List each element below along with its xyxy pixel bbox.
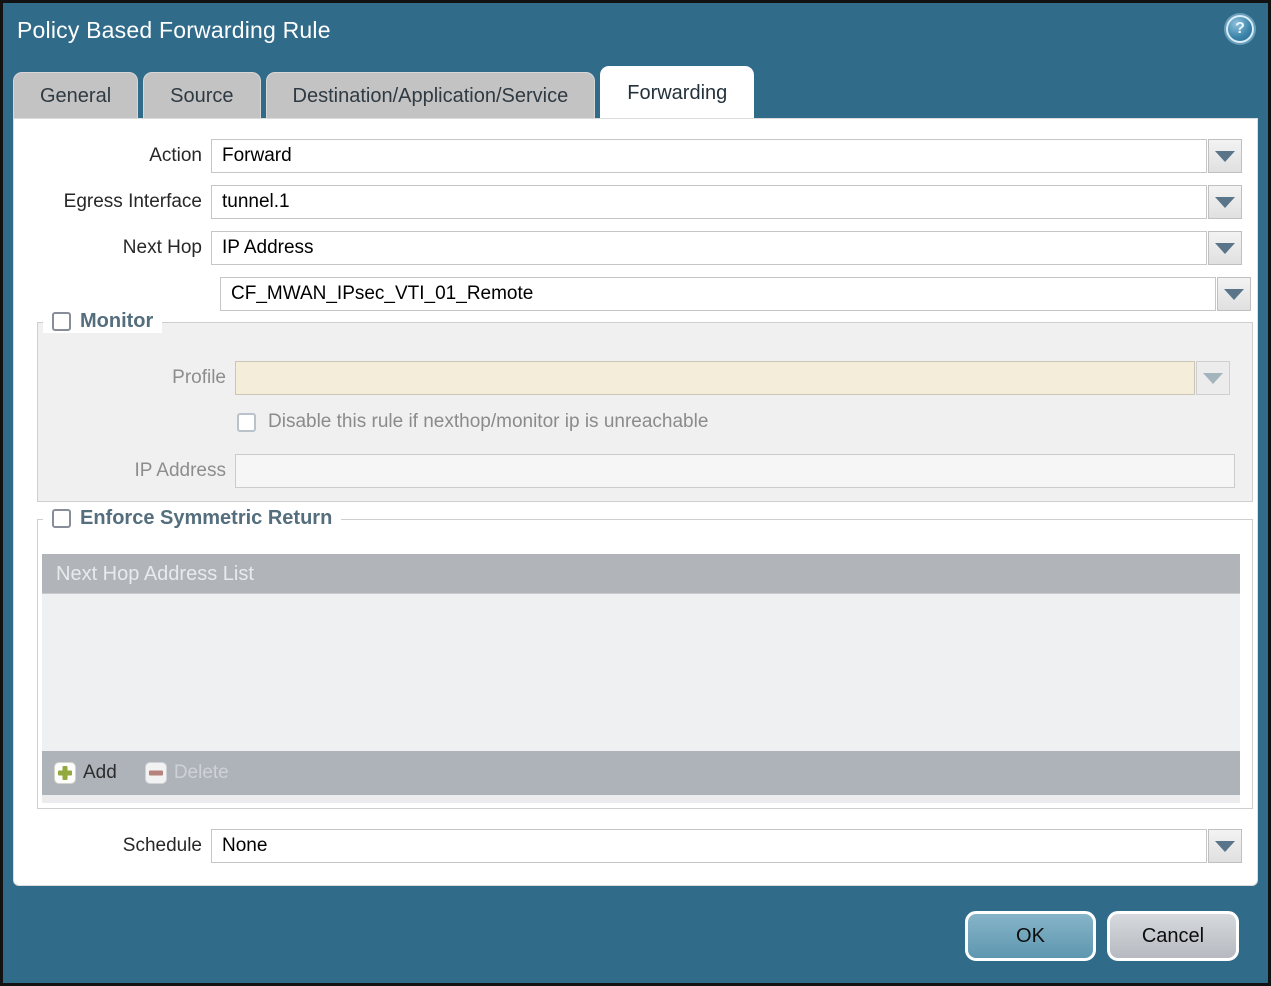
schedule-select[interactable]: None: [211, 829, 1207, 863]
monitor-legend: Monitor: [43, 310, 163, 333]
next-hop-row: Next Hop IP Address: [14, 231, 1242, 265]
add-button-label: Add: [83, 762, 117, 783]
chevron-down-icon: [1224, 288, 1244, 300]
chevron-down-icon: [1203, 372, 1223, 384]
dialog-title: Policy Based Forwarding Rule: [17, 17, 331, 43]
profile-row: Profile: [38, 361, 1230, 395]
next-hop-dropdown-button[interactable]: [1208, 231, 1242, 265]
next-hop-type-select[interactable]: IP Address: [211, 231, 1207, 265]
egress-interface-dropdown-button[interactable]: [1208, 185, 1242, 219]
chevron-down-icon: [1215, 150, 1235, 162]
egress-interface-label: Egress Interface: [63, 191, 202, 212]
next-hop-label: Next Hop: [122, 237, 202, 258]
egress-interface-select[interactable]: tunnel.1: [211, 185, 1207, 219]
disable-rule-row: Disable this rule if nexthop/monitor ip …: [237, 411, 708, 433]
forwarding-tab-panel: Action Forward Egress Interface tunnel.1…: [13, 118, 1258, 886]
add-button[interactable]: Add: [54, 762, 117, 784]
disable-rule-label: Disable this rule if nexthop/monitor ip …: [268, 411, 709, 432]
delete-button: Delete: [144, 762, 229, 784]
profile-dropdown-button: [1196, 361, 1230, 395]
tab-forwarding[interactable]: Forwarding: [600, 66, 755, 118]
monitor-ip-address-input: [235, 454, 1235, 488]
policy-based-forwarding-dialog: Policy Based Forwarding Rule ? General S…: [0, 0, 1271, 986]
table-bottom-strip: [42, 795, 1240, 803]
monitor-ip-address-row: IP Address: [38, 454, 1235, 488]
tab-general[interactable]: General: [13, 72, 139, 118]
profile-label: Profile: [172, 367, 226, 388]
chevron-down-icon: [1215, 196, 1235, 208]
ok-button[interactable]: OK: [965, 911, 1096, 961]
schedule-row: Schedule None: [14, 829, 1242, 863]
egress-interface-row: Egress Interface tunnel.1: [14, 185, 1242, 219]
enforce-symmetric-return-legend-label: Enforce Symmetric Return: [80, 507, 333, 529]
action-row: Action Forward: [14, 139, 1242, 173]
next-hop-address-list-header: Next Hop Address List: [42, 554, 1240, 594]
next-hop-address-list-table: Next Hop Address List Add Delete: [42, 554, 1240, 803]
enforce-symmetric-return-legend: Enforce Symmetric Return: [43, 507, 342, 530]
tab-destination-application-service[interactable]: Destination/Application/Service: [265, 72, 596, 118]
next-hop-address-list-body[interactable]: [42, 594, 1240, 751]
monitor-section: Monitor Profile Disable this rule if nex…: [37, 310, 1253, 502]
action-dropdown-button[interactable]: [1208, 139, 1242, 173]
monitor-ip-address-label: IP Address: [134, 460, 226, 481]
schedule-dropdown-button[interactable]: [1208, 829, 1242, 863]
enforce-symmetric-return-checkbox[interactable]: [52, 509, 71, 528]
next-hop-address-row: CF_MWAN_IPsec_VTI_01_Remote: [211, 277, 1251, 311]
plus-icon: [54, 762, 76, 784]
next-hop-address-list-toolbar: Add Delete: [42, 751, 1240, 795]
schedule-label: Schedule: [122, 835, 202, 856]
next-hop-address-select[interactable]: CF_MWAN_IPsec_VTI_01_Remote: [220, 277, 1216, 311]
delete-button-label: Delete: [173, 762, 229, 783]
next-hop-address-dropdown-button[interactable]: [1217, 277, 1251, 311]
action-label: Action: [149, 145, 202, 166]
enforce-symmetric-return-section: Enforce Symmetric Return Next Hop Addres…: [37, 507, 1253, 809]
minus-icon: [144, 762, 167, 784]
action-select[interactable]: Forward: [211, 139, 1207, 173]
help-icon[interactable]: ?: [1226, 15, 1254, 43]
disable-rule-checkbox: [237, 412, 256, 432]
chevron-down-icon: [1215, 840, 1235, 852]
monitor-legend-label: Monitor: [80, 310, 154, 332]
chevron-down-icon: [1215, 242, 1235, 254]
profile-select: [235, 361, 1195, 395]
tab-source[interactable]: Source: [143, 72, 261, 118]
cancel-button[interactable]: Cancel: [1107, 911, 1239, 961]
monitor-checkbox[interactable]: [52, 312, 71, 331]
tab-bar: General Source Destination/Application/S…: [13, 66, 755, 118]
